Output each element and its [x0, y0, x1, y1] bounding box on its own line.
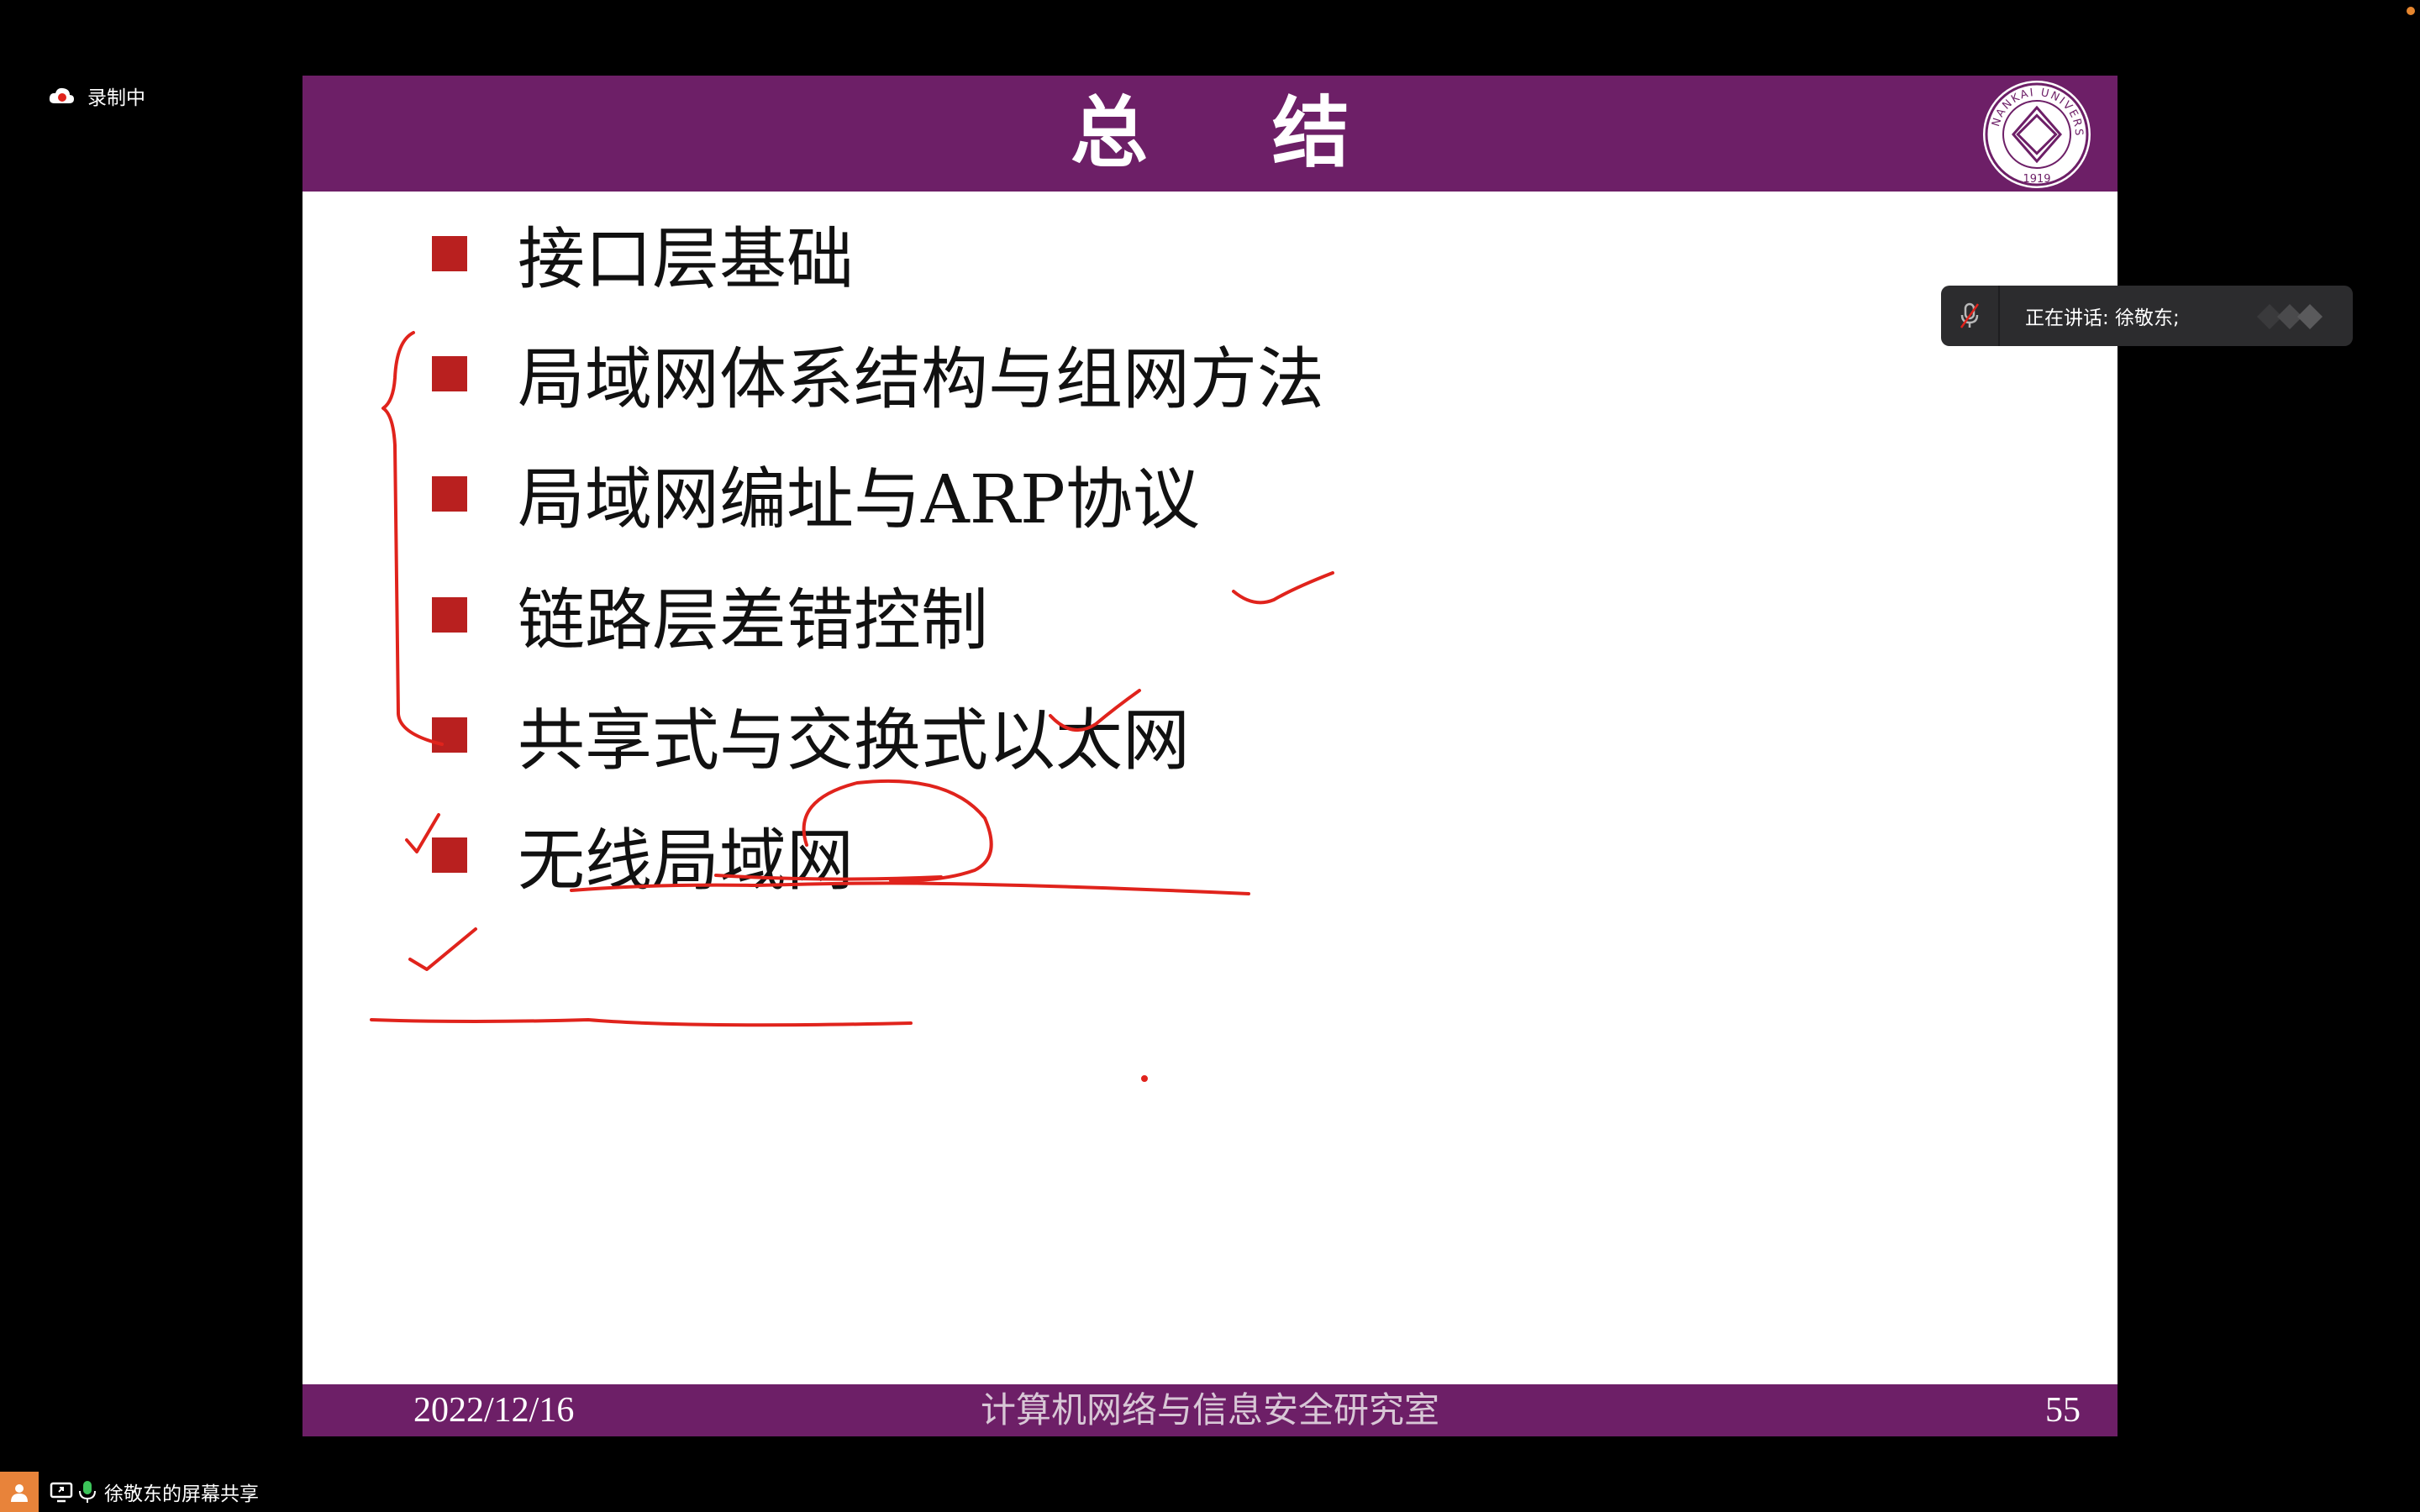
- slide-page-number: 55: [2045, 1391, 2081, 1430]
- cloud-record-icon: [47, 85, 76, 107]
- speaking-indicator: 正在讲话: 徐敬东;: [1941, 286, 2353, 346]
- slide-footer: 2022/12/16 计算机网络与信息安全研究室 55: [302, 1384, 2118, 1436]
- share-owner-label: 徐敬东的屏幕共享: [104, 1483, 259, 1505]
- bullet-item: 局域网体系结构与组网方法: [432, 332, 1324, 418]
- bullet-text: 链路层差错控制: [518, 581, 988, 659]
- bullet-square-icon: [432, 476, 467, 512]
- screen-share-icon[interactable]: [49, 1479, 74, 1504]
- bullet-square-icon: [432, 236, 467, 271]
- bullet-square-icon: [432, 597, 467, 633]
- share-status-bar: 徐敬东的屏幕共享: [0, 1472, 2420, 1512]
- bullet-item: 链路层差错控制: [432, 573, 988, 659]
- bullet-text: 接口层基础: [518, 220, 854, 298]
- bullet-list: 接口层基础 局域网体系结构与组网方法 局域网编址与ARP协议 链路层差错控制 共…: [302, 76, 2118, 1336]
- bullet-item: 共享式与交换式以太网: [432, 693, 1190, 780]
- recording-label: 录制中: [87, 87, 145, 109]
- bullet-text: 共享式与交换式以太网: [518, 701, 1190, 780]
- bullet-square-icon: [432, 356, 467, 391]
- bullet-square-icon: [432, 717, 467, 753]
- recording-indicator[interactable]: 录制中: [47, 81, 145, 111]
- user-avatar-icon[interactable]: [0, 1472, 39, 1512]
- participant-avatars-icon: [2257, 304, 2323, 329]
- bullet-item: 局域网编址与ARP协议: [432, 452, 1200, 538]
- bullet-text: 无线局域网: [518, 822, 854, 900]
- bullet-square-icon: [432, 837, 467, 873]
- bullet-text: 局域网体系结构与组网方法: [518, 340, 1324, 418]
- bullet-item: 接口层基础: [432, 212, 854, 298]
- speaking-text: 正在讲话: 徐敬东;: [2025, 307, 2180, 329]
- bullet-item: 无线局域网: [432, 813, 854, 900]
- mic-active-icon[interactable]: [77, 1479, 97, 1504]
- muted-mic-icon: [1941, 286, 2000, 346]
- status-dot-icon: [2407, 7, 2415, 15]
- footer-lab-name: 计算机网络与信息安全研究室: [980, 1389, 1439, 1431]
- bullet-text: 局域网编址与ARP协议: [518, 460, 1200, 538]
- presentation-slide: 总 结 NANKAI UNIVERSITY 1919 接口层基础 局域网体系结构…: [302, 76, 2118, 1436]
